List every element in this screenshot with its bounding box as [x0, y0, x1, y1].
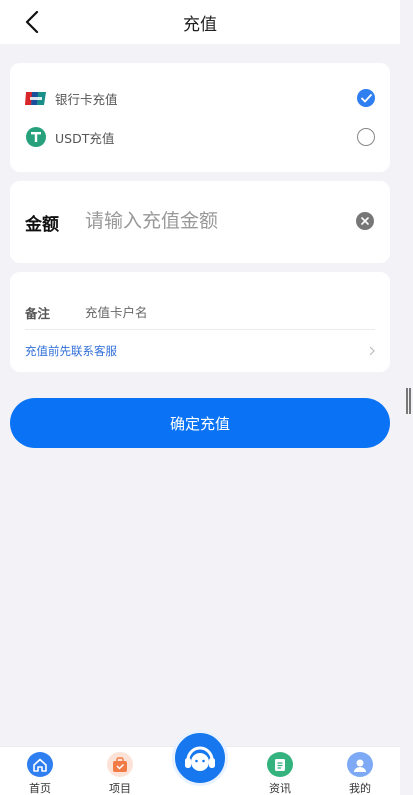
bag-icon	[107, 752, 133, 777]
tab-label: 项目	[109, 782, 131, 795]
contact-service-link[interactable]: 充值前先联系客服	[25, 340, 375, 362]
confirm-recharge-button[interactable]: 确定充值	[10, 398, 390, 448]
user-icon	[347, 752, 373, 777]
amount-input[interactable]	[85, 203, 345, 239]
check-icon	[360, 93, 372, 102]
payment-methods-card: 银行卡充值 USDT充值	[10, 63, 390, 172]
customer-service-button[interactable]	[172, 730, 228, 786]
header-bar: 充值	[0, 0, 400, 44]
amount-card: 金额	[10, 181, 390, 263]
clear-button[interactable]	[356, 212, 374, 230]
unionpay-icon	[25, 87, 47, 109]
home-icon	[27, 752, 53, 777]
note-label: 备注	[25, 306, 51, 321]
customer-service-icon	[185, 746, 215, 771]
scroll-handle[interactable]	[406, 388, 411, 414]
method-label: 银行卡充值	[55, 91, 118, 107]
method-usdt[interactable]: USDT充值	[25, 122, 375, 152]
tab-label: 我的	[349, 782, 371, 795]
contact-service-label: 充值前先联系客服	[25, 344, 117, 358]
tab-label: 首页	[29, 782, 51, 795]
chevron-right-icon	[369, 346, 375, 356]
account-name-input[interactable]	[85, 305, 375, 320]
page-title: 充值	[183, 14, 217, 35]
back-button[interactable]	[20, 10, 44, 34]
chevron-left-icon	[25, 11, 39, 33]
radio-unchecked[interactable]	[357, 128, 375, 146]
amount-label: 金额	[25, 215, 59, 235]
news-icon	[267, 752, 293, 777]
tab-mine[interactable]: 我的	[330, 752, 390, 795]
tab-news[interactable]: 资讯	[250, 752, 310, 795]
tether-icon	[25, 126, 47, 148]
method-label: USDT充值	[55, 130, 115, 146]
close-icon	[361, 217, 369, 225]
note-card: 备注 充值前先联系客服	[10, 272, 390, 372]
radio-checked[interactable]	[357, 89, 375, 107]
note-row: 备注	[25, 296, 375, 330]
tab-projects[interactable]: 项目	[90, 752, 150, 795]
tab-label: 资讯	[269, 782, 291, 795]
tab-home[interactable]: 首页	[10, 752, 70, 795]
method-bank-card[interactable]: 银行卡充值	[25, 83, 375, 113]
